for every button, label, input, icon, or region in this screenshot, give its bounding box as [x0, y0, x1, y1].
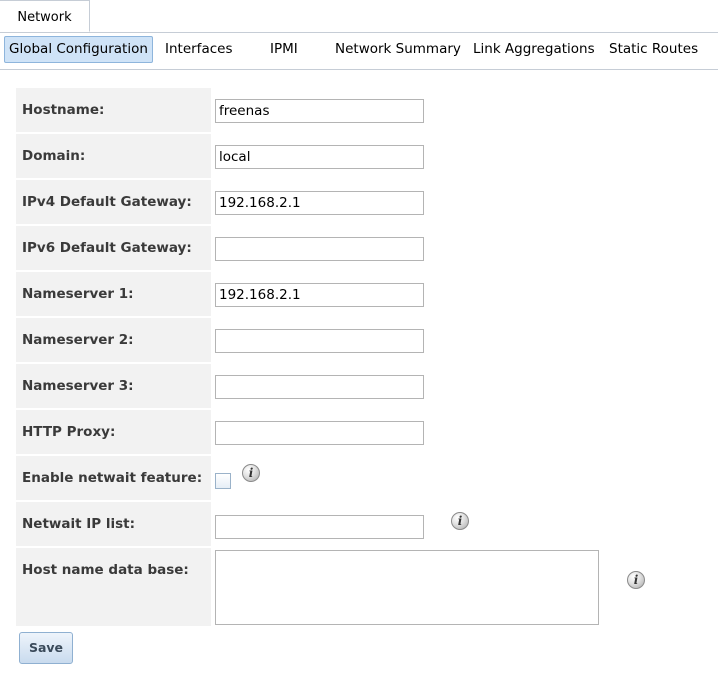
form-row-netwait-enable: Enable netwait feature: i	[16, 456, 718, 502]
sub-tab-bar: Global Configuration Interfaces IPMI Net…	[0, 33, 718, 70]
hostname-input[interactable]: freenas	[215, 99, 424, 123]
nameserver-3-label: Nameserver 3:	[16, 364, 211, 408]
tab-network-summary[interactable]: Network Summary	[335, 36, 461, 63]
http-proxy-cell	[211, 410, 718, 454]
ipv4-gateway-cell: 192.168.2.1	[211, 180, 718, 224]
domain-cell: local	[211, 134, 718, 178]
form-row-netwait-ip-list: Netwait IP list: i	[16, 502, 718, 548]
nameserver-1-input[interactable]: 192.168.2.1	[215, 283, 424, 307]
nameserver-2-label: Nameserver 2:	[16, 318, 211, 362]
form-row-domain: Domain: local	[16, 134, 718, 180]
info-icon[interactable]: i	[242, 464, 260, 482]
form-row-nameserver-3: Nameserver 3:	[16, 364, 718, 410]
form-row-nameserver-1: Nameserver 1: 192.168.2.1	[16, 272, 718, 318]
ipv4-gateway-input[interactable]: 192.168.2.1	[215, 191, 424, 215]
form-row-nameserver-2: Nameserver 2:	[16, 318, 718, 364]
form-row-hostname: Hostname: freenas	[16, 88, 718, 134]
domain-label: Domain:	[16, 134, 211, 178]
nameserver-3-cell	[211, 364, 718, 408]
ipv6-gateway-cell	[211, 226, 718, 270]
nameserver-3-input[interactable]	[215, 375, 424, 399]
ipv6-gateway-input[interactable]	[215, 237, 424, 261]
host-name-db-label: Host name data base:	[16, 548, 211, 626]
info-icon[interactable]: i	[627, 571, 645, 589]
save-button[interactable]: Save	[19, 632, 73, 664]
tab-network[interactable]: Network	[0, 0, 90, 32]
tab-ipmi[interactable]: IPMI	[270, 36, 298, 63]
info-icon[interactable]: i	[451, 512, 469, 530]
tab-global-configuration[interactable]: Global Configuration	[4, 36, 153, 63]
netwait-ip-list-input[interactable]	[215, 515, 424, 539]
ipv6-gateway-label: IPv6 Default Gateway:	[16, 226, 211, 270]
hostname-label: Hostname:	[16, 88, 211, 132]
nameserver-1-label: Nameserver 1:	[16, 272, 211, 316]
netwait-enable-cell: i	[211, 456, 718, 500]
netwait-ip-list-cell: i	[211, 502, 718, 546]
hostname-cell: freenas	[211, 88, 718, 132]
host-name-db-cell: i	[211, 548, 718, 626]
tab-link-aggregations[interactable]: Link Aggregations	[473, 36, 595, 63]
form-row-http-proxy: HTTP Proxy:	[16, 410, 718, 456]
tab-interfaces[interactable]: Interfaces	[165, 36, 232, 63]
form-row-ipv6-gateway: IPv6 Default Gateway:	[16, 226, 718, 272]
http-proxy-label: HTTP Proxy:	[16, 410, 211, 454]
global-configuration-form: Hostname: freenas Domain: local IPv4 Def…	[16, 88, 718, 628]
netwait-enable-label: Enable netwait feature:	[16, 456, 211, 500]
nameserver-2-cell	[211, 318, 718, 362]
network-settings-page: Network Global Configuration Interfaces …	[0, 0, 718, 679]
tab-static-routes[interactable]: Static Routes	[609, 36, 698, 63]
form-row-host-name-db: Host name data base: i	[16, 548, 718, 628]
ipv4-gateway-label: IPv4 Default Gateway:	[16, 180, 211, 224]
top-tab-bar: Network	[0, 0, 718, 33]
nameserver-1-cell: 192.168.2.1	[211, 272, 718, 316]
host-name-db-textarea[interactable]	[215, 550, 599, 625]
http-proxy-input[interactable]	[215, 421, 424, 445]
netwait-ip-list-label: Netwait IP list:	[16, 502, 211, 546]
form-row-ipv4-gateway: IPv4 Default Gateway: 192.168.2.1	[16, 180, 718, 226]
nameserver-2-input[interactable]	[215, 329, 424, 353]
netwait-enable-checkbox[interactable]	[215, 473, 231, 489]
domain-input[interactable]: local	[215, 145, 424, 169]
